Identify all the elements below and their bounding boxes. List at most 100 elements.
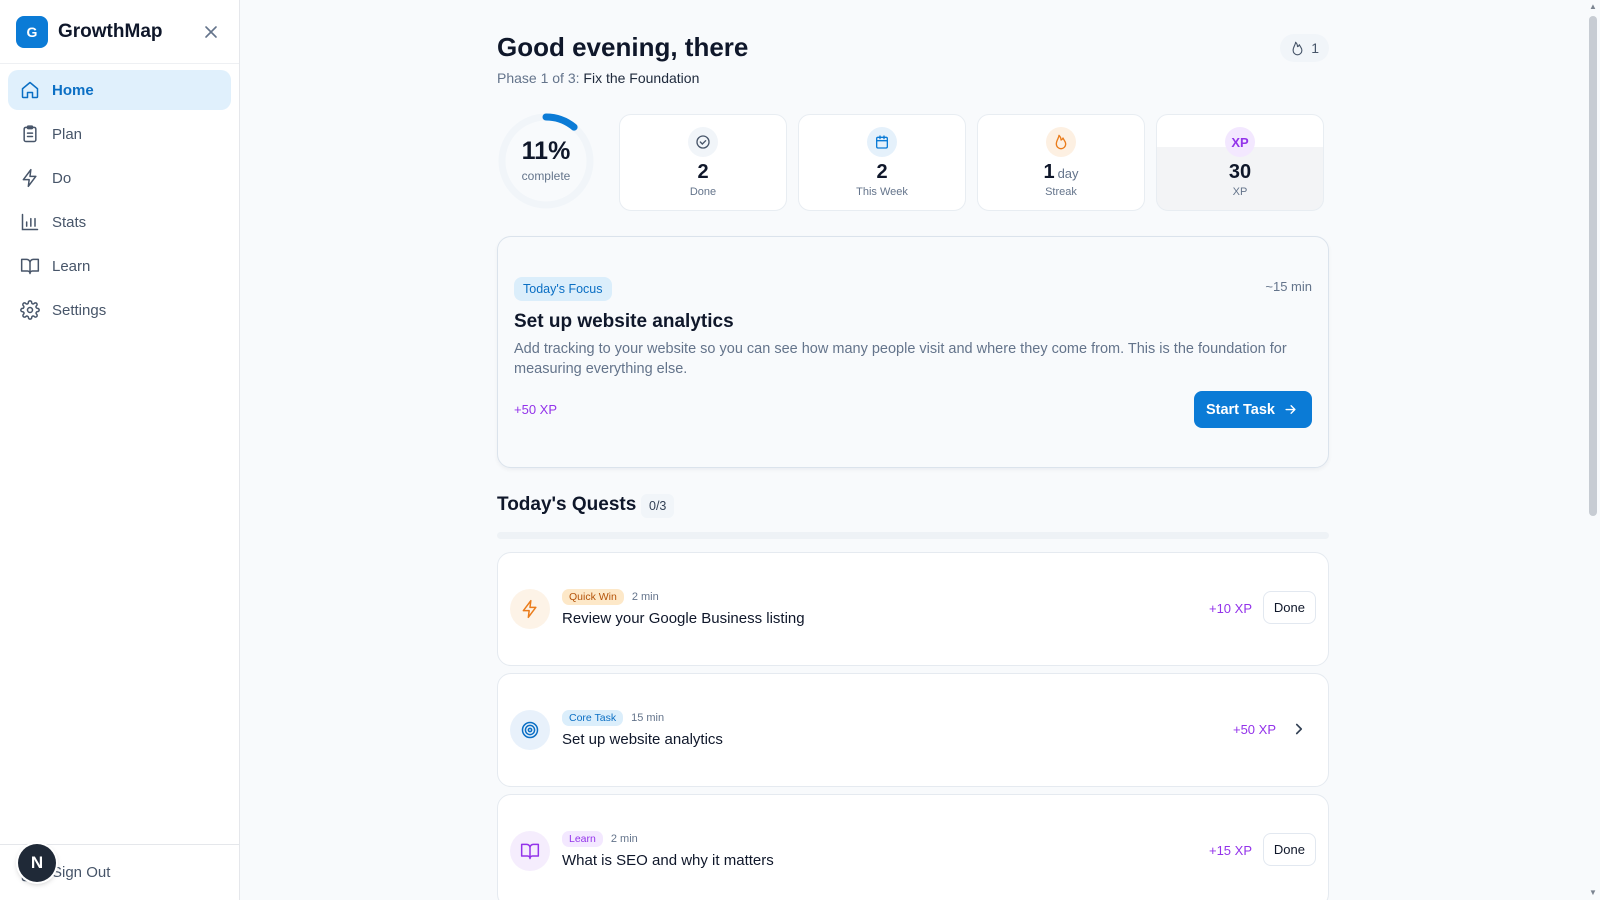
- quest-title: Review your Google Business listing: [562, 610, 805, 627]
- sidebar: G GrowthMap Home Plan Do Stats Learn Set: [0, 0, 240, 900]
- quest-time: 2 min: [631, 591, 659, 603]
- chevron-right-icon[interactable]: [1290, 720, 1308, 738]
- flame-icon: [1292, 41, 1303, 55]
- sidebar-item-label: Settings: [52, 301, 107, 319]
- quests-progress-bar: [497, 532, 1329, 539]
- home-icon: [21, 81, 39, 99]
- quest-meta: Core Task 15 min: [562, 710, 664, 726]
- quest-card[interactable]: Learn 2 min What is SEO and why it matte…: [497, 794, 1329, 900]
- brand-logo: G: [16, 15, 48, 48]
- sidebar-item-plan[interactable]: Plan: [8, 114, 231, 154]
- start-task-button[interactable]: Start Task: [1193, 391, 1312, 428]
- sidebar-item-label: Plan: [52, 125, 83, 143]
- quest-card[interactable]: Core Task 15 min Set up website analytic…: [497, 673, 1329, 787]
- streak-pill[interactable]: 1: [1280, 34, 1329, 62]
- phase-prefix: Phase 1 of 3:: [497, 70, 580, 86]
- sidebar-item-label: Learn: [52, 257, 91, 275]
- stat-value: 2: [876, 161, 888, 183]
- xp-icon: XP: [1225, 127, 1255, 157]
- quest-icon: [510, 831, 550, 871]
- start-task-label: Start Task: [1205, 401, 1275, 418]
- sidebar-item-label: Stats: [52, 213, 87, 231]
- stat-icon: [688, 127, 718, 157]
- check-circle-icon: [696, 135, 710, 149]
- arrow-right-icon: [1285, 405, 1296, 414]
- stat-label: This Week: [856, 186, 908, 198]
- stat-label: XP: [1232, 186, 1248, 198]
- quests-title: Today's Quests: [497, 494, 637, 515]
- sidebar-item-home[interactable]: Home: [8, 70, 231, 110]
- quest-meta: Learn 2 min: [562, 831, 638, 847]
- clipboard-icon: [23, 125, 37, 143]
- phase-name: Fix the Foundation: [583, 70, 700, 86]
- sidebar-item-stats[interactable]: Stats: [8, 202, 231, 242]
- quest-title: Set up website analytics: [562, 731, 723, 748]
- focus-time: ~15 min: [1265, 279, 1312, 294]
- focus-xp: +50 XP: [514, 402, 558, 417]
- quest-badge: Learn: [562, 831, 603, 847]
- todays-focus-card: Today's Focus ~15 min Set up website ana…: [497, 236, 1329, 468]
- progress-ring: 11% complete: [497, 112, 595, 210]
- sidebar-nav: Home Plan Do Stats Learn Settings: [0, 64, 239, 340]
- lightning-icon: [22, 168, 37, 188]
- main-content: Good evening, there Phase 1 of 3: Fix th…: [497, 0, 1329, 900]
- lightning-icon: [522, 599, 537, 619]
- target-icon: [521, 721, 539, 739]
- scroll-down-arrow[interactable]: ▼: [1588, 888, 1598, 898]
- quest-xp: +50 XP: [1232, 722, 1276, 737]
- phase-subtitle: Phase 1 of 3: Fix the Foundation: [497, 70, 699, 86]
- quest-time: 15 min: [631, 712, 665, 724]
- scroll-up-arrow[interactable]: ▲: [1588, 2, 1598, 12]
- quest-done-button[interactable]: Done: [1262, 833, 1316, 866]
- flame-icon: [1055, 134, 1067, 150]
- stat-label: Streak: [1045, 186, 1077, 198]
- bar-chart-icon: [21, 213, 39, 231]
- quest-badge: Quick Win: [562, 589, 624, 605]
- book-icon: [20, 258, 40, 275]
- close-sidebar-button[interactable]: [199, 20, 223, 44]
- stat-card-xp: XP 30 XP: [1156, 114, 1324, 211]
- progress-percent: 11%: [521, 137, 571, 165]
- stat-label: Done: [689, 186, 717, 198]
- close-icon: [205, 25, 217, 38]
- progress-label: complete: [521, 169, 571, 183]
- stat-icon: [1046, 127, 1076, 157]
- stat-card-streak: 1 day Streak: [977, 114, 1145, 211]
- quest-title: What is SEO and why it matters: [562, 852, 774, 869]
- focus-description: Add tracking to your website so you can …: [514, 341, 1287, 377]
- stat-value-number: 1: [1043, 161, 1055, 183]
- sidebar-item-learn[interactable]: Learn: [8, 246, 231, 286]
- stat-card-done: 2 Done: [619, 114, 787, 211]
- sidebar-item-settings[interactable]: Settings: [8, 290, 231, 330]
- quest-meta: Quick Win 2 min: [562, 589, 659, 605]
- page-scrollbar[interactable]: ▲ ▼: [1586, 0, 1600, 900]
- quest-icon: [510, 710, 550, 750]
- quest-time: 2 min: [610, 833, 638, 845]
- stat-unit: day: [1057, 166, 1079, 181]
- quest-xp: +15 XP: [1208, 843, 1252, 858]
- quests-count: 0/3: [641, 494, 675, 518]
- stat-value: 1 day: [1043, 161, 1078, 183]
- avatar[interactable]: N: [18, 844, 56, 882]
- focus-badge: Today's Focus: [514, 277, 612, 301]
- quest-badge: Core Task: [562, 710, 624, 726]
- quest-done-button[interactable]: Done: [1262, 591, 1316, 624]
- focus-title: Set up website analytics: [514, 311, 734, 332]
- scroll-thumb[interactable]: [1589, 16, 1597, 516]
- quest-xp: +10 XP: [1208, 601, 1252, 616]
- book-icon: [520, 843, 540, 860]
- stat-value: 30: [1228, 161, 1252, 183]
- sidebar-item-do[interactable]: Do: [8, 158, 231, 198]
- sign-out-label: Sign Out: [52, 864, 111, 881]
- brand-header: G GrowthMap: [0, 0, 239, 64]
- gear-icon: [20, 300, 40, 320]
- page-title: Good evening, there: [497, 32, 749, 62]
- stat-icon: [867, 127, 897, 157]
- stat-card-this-week: 2 This Week: [798, 114, 966, 211]
- quest-card[interactable]: Quick Win 2 min Review your Google Busin…: [497, 552, 1329, 666]
- calendar-icon: [876, 135, 888, 149]
- sidebar-item-label: Home: [52, 81, 94, 99]
- stat-value: 2: [697, 161, 709, 183]
- sidebar-item-label: Do: [52, 169, 72, 187]
- quest-icon: [510, 589, 550, 629]
